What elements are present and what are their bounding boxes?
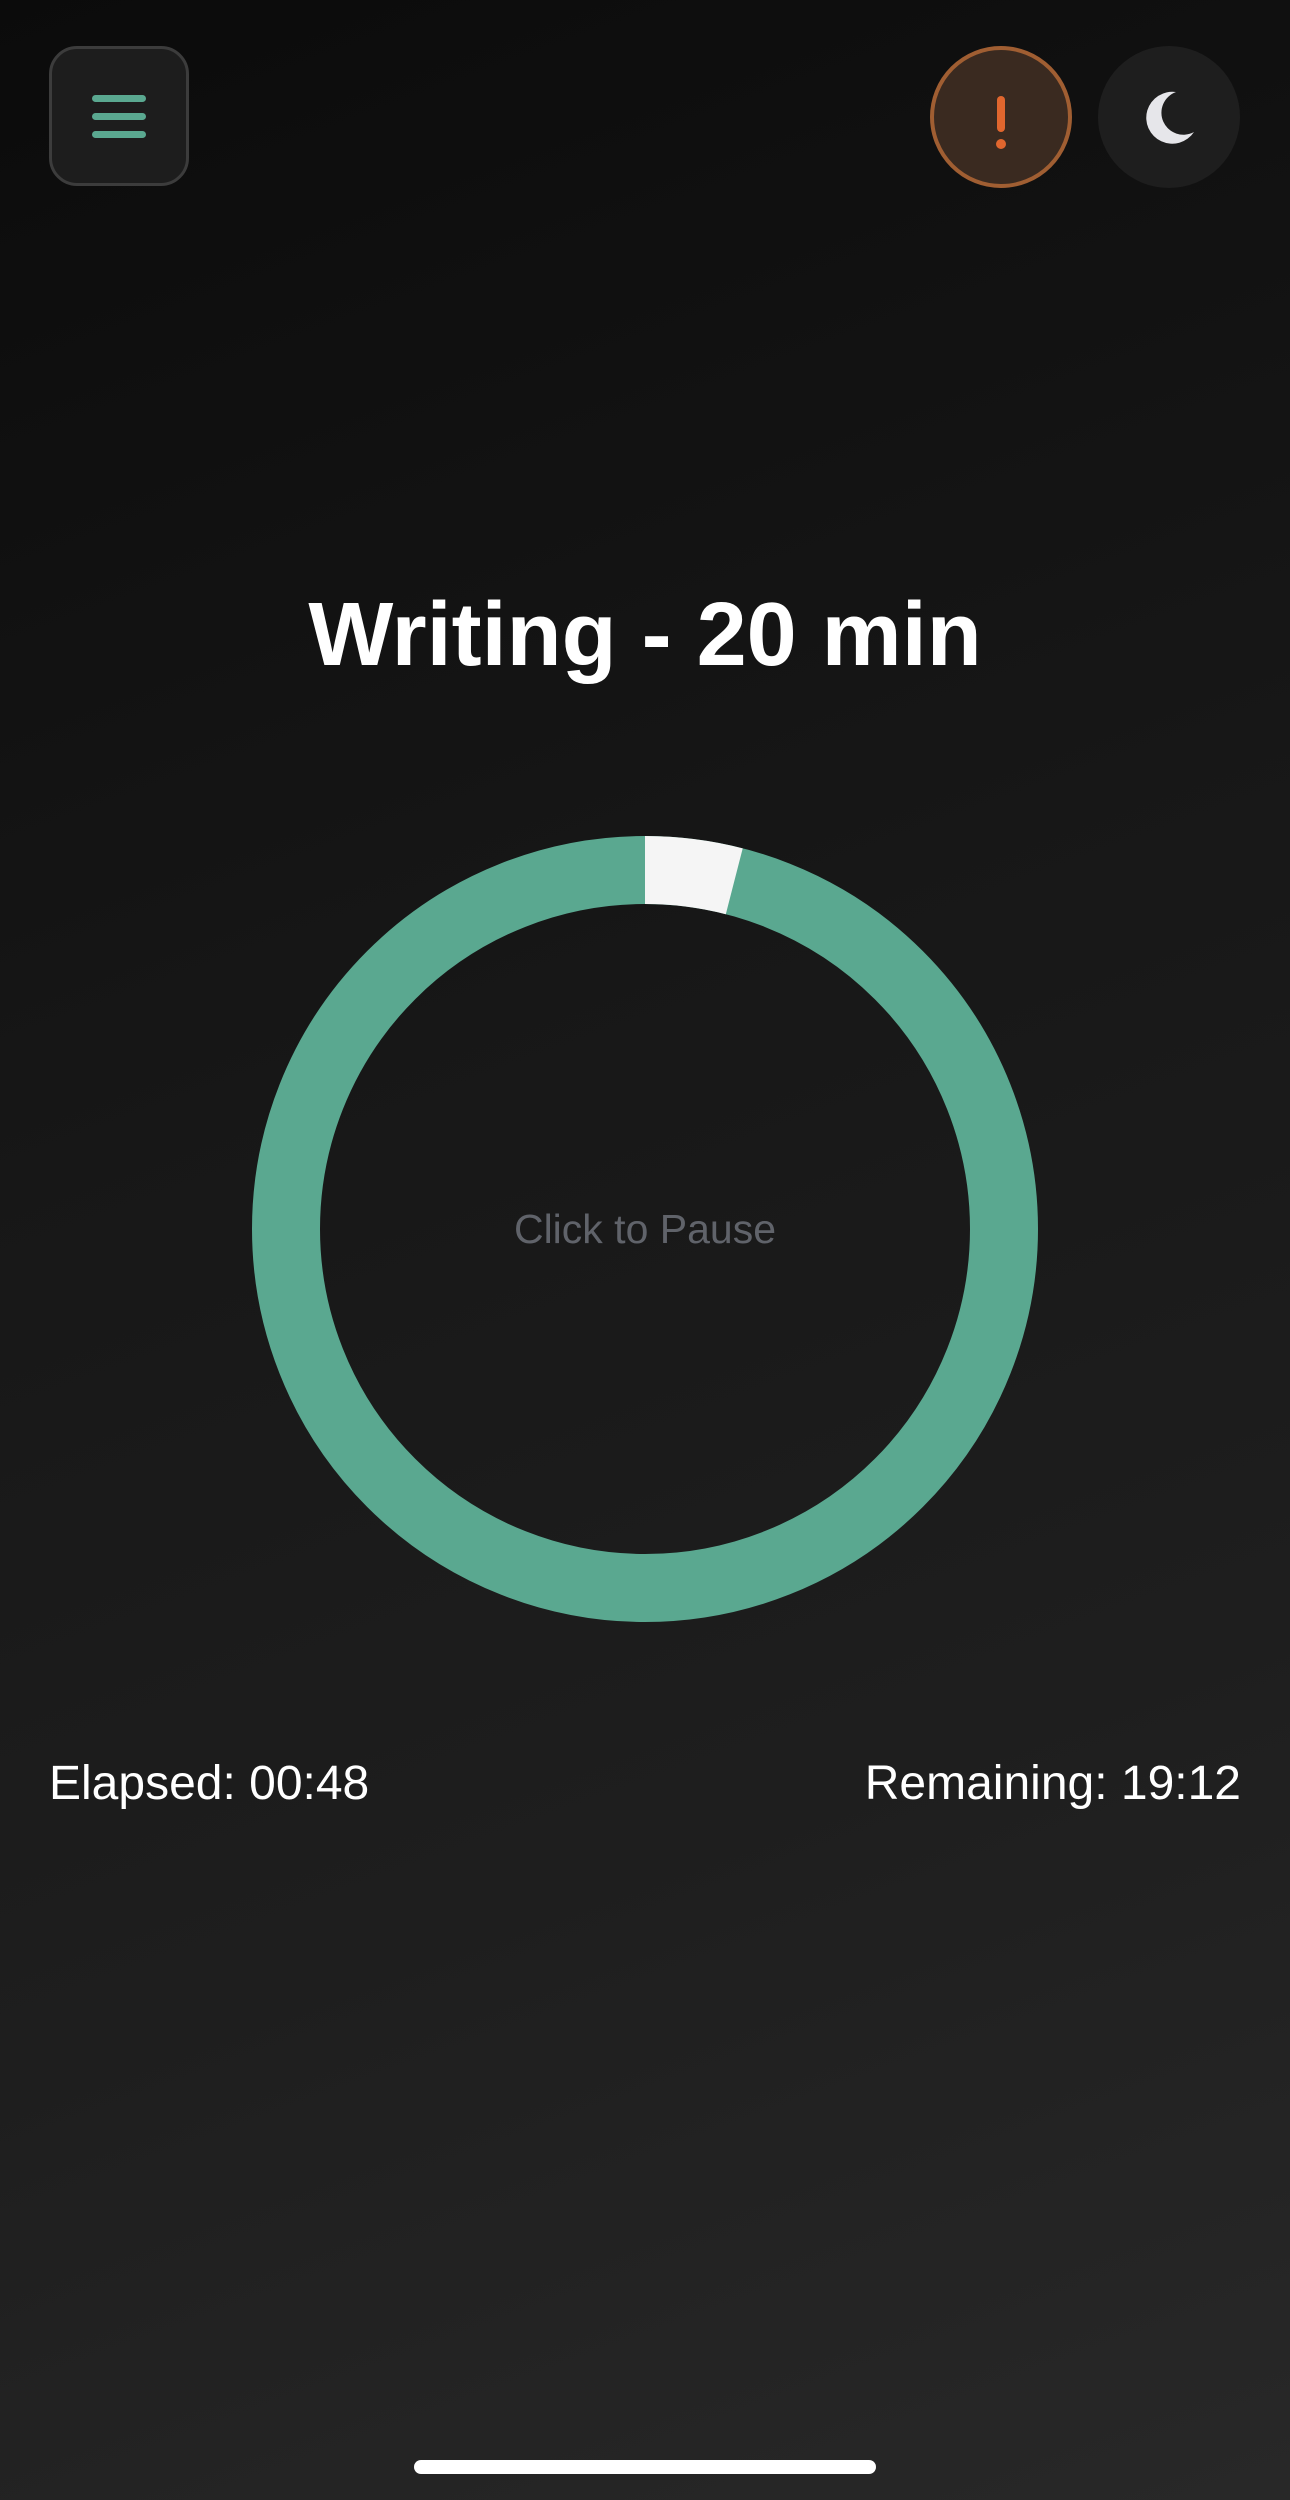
- elapsed-time: Elapsed: 00:48: [49, 1757, 370, 1810]
- hamburger-menu-icon-line: [92, 112, 146, 120]
- home-indicator: [414, 2460, 876, 2474]
- remaining-time: Remaining: 19:12: [864, 1757, 1241, 1810]
- hamburger-menu-icon: [92, 94, 146, 102]
- theme-toggle-button[interactable]: [1098, 46, 1240, 188]
- exclamation-icon: [996, 96, 1006, 149]
- alert-button[interactable]: [930, 46, 1072, 188]
- crescent-moon-icon: [1146, 91, 1194, 144]
- menu-button[interactable]: [49, 46, 189, 186]
- timer-ring[interactable]: Click to Pause: [252, 836, 1038, 1622]
- session-title: Writing - 20 min: [308, 585, 982, 685]
- pause-hint: Click to Pause: [513, 1205, 777, 1252]
- hamburger-menu-icon-line: [92, 130, 146, 138]
